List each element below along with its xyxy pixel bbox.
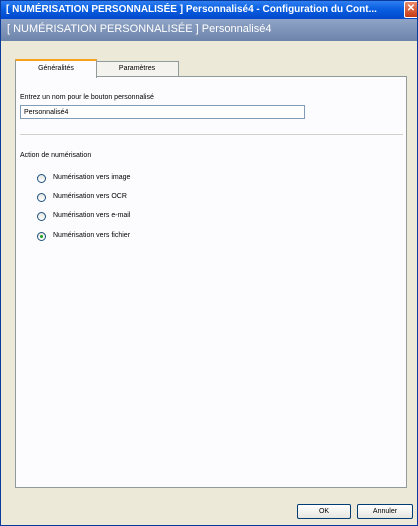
cancel-button[interactable]: Annuler: [357, 504, 413, 519]
radio-label: Numérisation vers fichier: [53, 232, 131, 239]
window-title: [ NUMÉRISATION PERSONNALISÉE ] Personnal…: [6, 4, 377, 15]
config-window: [ NUMÉRISATION PERSONNALISÉE ] Personnal…: [0, 0, 418, 526]
button-name-input[interactable]: Personnalisé4: [20, 105, 305, 119]
separator: [20, 134, 403, 135]
tab-generalites[interactable]: Généralités: [15, 59, 97, 78]
header-bar: [ NUMÉRISATION PERSONNALISÉE ] Personnal…: [1, 19, 417, 41]
radio-button[interactable]: [37, 193, 46, 202]
radio-label: Numérisation vers image: [53, 174, 131, 181]
ok-button[interactable]: OK: [297, 504, 351, 519]
radio-button-selected[interactable]: [37, 232, 46, 241]
header-title: [ NUMÉRISATION PERSONNALISÉE ] Personnal…: [7, 23, 272, 35]
action-label: Action de numérisation: [20, 152, 92, 159]
tab-panel: [15, 76, 407, 488]
radio-button[interactable]: [37, 174, 46, 183]
tab-parametres[interactable]: Paramètres: [95, 61, 179, 76]
title-bar[interactable]: [ NUMÉRISATION PERSONNALISÉE ] Personnal…: [1, 1, 417, 19]
radio-label: Numérisation vers OCR: [53, 193, 127, 200]
radio-label: Numérisation vers e-mail: [53, 212, 131, 219]
close-icon[interactable]: ✕: [404, 1, 417, 18]
radio-button[interactable]: [37, 212, 46, 221]
name-field-label: Entrez un nom pour le bouton personnalis…: [20, 94, 154, 101]
